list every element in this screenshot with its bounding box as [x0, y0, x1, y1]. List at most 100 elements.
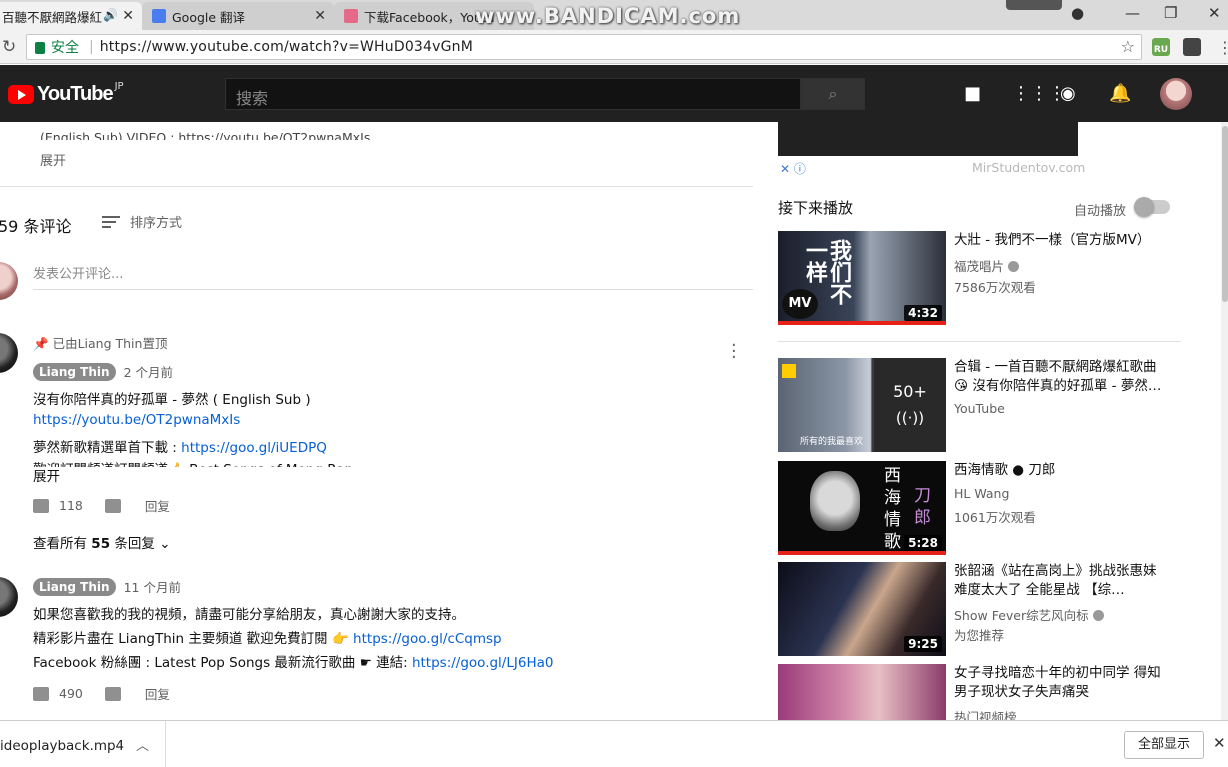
comment-link[interactable]: https://goo.gl/cCqmsp — [353, 631, 502, 647]
video-thumbnail[interactable]: 9:25 — [778, 562, 946, 656]
comment-link[interactable]: https://goo.gl/iUEDPQ — [181, 440, 327, 456]
bookmark-star-icon[interactable]: ☆ — [1121, 37, 1135, 56]
download-item[interactable]: ideoplayback.mp4 ︿ — [0, 721, 166, 767]
comment-count: 59 条评论 — [0, 217, 72, 236]
url-text[interactable]: https://www.youtube.com/watch?v=WHuD034v… — [100, 39, 473, 55]
omnibox[interactable]: 安全 | https://www.youtube.com/watch?v=WHu… — [26, 34, 1142, 60]
search-button[interactable]: ⌕ — [801, 78, 865, 110]
video-item[interactable]: 女子寻找暗恋十年的初中同学 得知男子现状女子失声痛哭 热门视频榜 — [778, 664, 1188, 720]
sort-label: 排序方式 — [130, 216, 183, 231]
close-shelf-icon[interactable]: ✕ — [1213, 734, 1226, 752]
video-duration: 5:28 — [904, 535, 942, 551]
description-expand-button[interactable]: 展开 — [40, 150, 66, 169]
view-replies-button[interactable]: 查看所有 55 条回复 ⌄ — [33, 532, 171, 552]
toggle-knob — [1134, 197, 1154, 217]
video-title[interactable]: 女子寻找暗恋十年的初中同学 得知男子现状女子失声痛哭 — [954, 664, 1174, 702]
download-extension-icon[interactable] — [1183, 38, 1201, 56]
tab-current[interactable]: 百聽不厭網路爆紅 🔊 ✕ — [0, 2, 142, 30]
video-title[interactable]: 张韶涵《站在高岗上》挑战张惠妹 难度太大了 全能星战 【综… — [954, 562, 1174, 600]
comment-time[interactable]: 11 个月前 — [124, 577, 181, 596]
video-title[interactable]: 西海情歌 ● 刀郎 — [954, 461, 1174, 480]
video-thumbnail[interactable]: 西海情歌 刀郎 5:28 — [778, 461, 946, 555]
video-title[interactable]: 合辑 - 一首百聽不厭網路爆紅歌曲 😘 沒有你陪伴真的好孤單 - 夢然… — [954, 358, 1174, 396]
portrait-shape — [810, 471, 860, 531]
youtube-logo[interactable]: YouTube JP — [8, 81, 124, 106]
add-comment-input[interactable]: 发表公开评论... — [33, 263, 753, 290]
ad-banner[interactable] — [778, 122, 1078, 156]
scrollbar-thumb[interactable] — [1222, 126, 1228, 302]
messages-icon[interactable]: ◉ — [1060, 83, 1076, 104]
video-channel[interactable]: Show Fever综艺风向标 — [954, 605, 1104, 624]
close-tab-icon[interactable]: ✕ — [314, 8, 326, 24]
video-thumbnail[interactable] — [778, 664, 946, 720]
video-item[interactable]: 9:25 张韶涵《站在高岗上》挑战张惠妹 难度太大了 全能星战 【综… Show… — [778, 562, 1188, 656]
minimize-icon[interactable]: — — [1125, 4, 1140, 22]
tab-title: Google 翻译 — [172, 9, 246, 25]
dislike-icon[interactable] — [104, 686, 121, 701]
playlist-thumbnail[interactable]: 50+ ((·)) 所有的我最喜欢 — [778, 358, 946, 452]
browser-menu-icon[interactable]: ⋮ — [1217, 38, 1228, 57]
view-replies-count: 55 — [91, 536, 111, 552]
extension-ru-icon[interactable]: RU — [1152, 38, 1170, 56]
video-thumbnail[interactable]: 我们不一样 MV 4:32 — [778, 231, 946, 325]
own-avatar — [0, 262, 18, 300]
view-replies-prefix: 查看所有 — [33, 536, 92, 552]
close-tab-icon[interactable]: ✕ — [122, 8, 134, 24]
restore-icon[interactable]: ❐ — [1164, 4, 1177, 22]
search-input[interactable]: 搜索 — [225, 78, 801, 110]
comment-expand-button[interactable]: 展开 — [33, 465, 60, 485]
video-item[interactable]: 我们不一样 MV 4:32 大壯 - 我們不一樣（官方版MV） 福茂唱片 758… — [778, 231, 1188, 325]
video-channel[interactable]: 热门视频榜 — [954, 707, 1017, 720]
comment-actions: 118 回复 — [33, 496, 170, 515]
commenter-avatar[interactable] — [0, 333, 18, 373]
reply-button[interactable]: 回复 — [145, 684, 170, 703]
chevron-up-icon[interactable]: ︿ — [136, 735, 149, 754]
autoplay-label: 自动播放 — [1074, 204, 1127, 219]
mv-badge: MV — [782, 289, 818, 319]
video-views: 1061万次观看 — [954, 510, 1036, 525]
video-channel[interactable]: YouTube — [954, 401, 1005, 416]
author-chip[interactable]: Liang Thin — [33, 577, 116, 596]
upload-video-icon[interactable]: ■ — [964, 83, 981, 104]
tab-google-translate[interactable]: Google 翻译 ✕ — [142, 2, 334, 30]
comment-link[interactable]: https://goo.gl/LJ6Ha0 — [412, 655, 554, 671]
account-avatar[interactable] — [1160, 78, 1192, 110]
video-title[interactable]: 大壯 - 我們不一樣（官方版MV） — [954, 231, 1174, 250]
video-recommended: 为您推荐 — [954, 628, 1005, 643]
apps-grid-icon[interactable]: ⋮⋮⋮ — [1012, 83, 1066, 104]
profile-icon[interactable]: ● — [1071, 4, 1084, 22]
comment-cut-line: 歡迎訂閱頻道訂閱頻道👍 Best Songs of Mong Ran — [33, 458, 353, 467]
divider: | — [89, 39, 94, 55]
comment-text-line: Facebook 粉絲團 : Latest Pop Songs 最新流行歌曲 ☛… — [33, 651, 553, 671]
download-filename[interactable]: ideoplayback.mp4 — [0, 738, 124, 754]
like-icon[interactable] — [33, 686, 49, 701]
notifications-bell-icon[interactable]: 🔔 — [1109, 83, 1131, 104]
like-icon[interactable] — [33, 498, 49, 513]
show-all-downloads-button[interactable]: 全部显示 — [1124, 731, 1204, 759]
comment-actions: 490 回复 — [33, 684, 170, 703]
comment-link[interactable]: https://youtu.be/OT2pwnaMxIs — [33, 412, 240, 428]
reply-button[interactable]: 回复 — [145, 496, 170, 515]
reload-icon[interactable]: ↻ — [2, 37, 16, 57]
video-channel[interactable]: 福茂唱片 — [954, 256, 1020, 275]
region-code: JP — [114, 81, 124, 92]
channel-name: Show Fever综艺风向标 — [954, 608, 1089, 623]
comment-menu-icon[interactable]: · · · — [731, 337, 737, 367]
author-chip[interactable]: Liang Thin — [33, 362, 116, 381]
sort-menu-button[interactable]: 排序方式 — [102, 212, 182, 231]
commenter-avatar[interactable] — [0, 577, 18, 617]
autoplay-toggle[interactable] — [1134, 197, 1170, 217]
video-channel[interactable]: HL Wang — [954, 486, 1009, 501]
close-window-icon[interactable]: ✕ — [1208, 4, 1221, 22]
comment-time[interactable]: 2 个月前 — [124, 362, 173, 381]
thumb-text-accent: 刀郎 — [914, 486, 931, 528]
channel-name: 福茂唱片 — [954, 259, 1005, 274]
ad-close-info-icons[interactable]: ✕ ⓘ — [780, 160, 806, 177]
site-favicon-icon — [344, 9, 358, 23]
pinned-text: 已由Liang Thin置顶 — [52, 336, 168, 351]
thumb-text: 西海情歌 — [884, 466, 901, 552]
ad-source[interactable]: MirStudentov.com — [972, 160, 1085, 175]
dislike-icon[interactable] — [104, 498, 121, 513]
video-item[interactable]: 50+ ((·)) 所有的我最喜欢 合辑 - 一首百聽不厭網路爆紅歌曲 😘 沒有… — [778, 358, 1188, 452]
video-item[interactable]: 西海情歌 刀郎 5:28 西海情歌 ● 刀郎 HL Wang 1061万次观看 — [778, 461, 1188, 555]
